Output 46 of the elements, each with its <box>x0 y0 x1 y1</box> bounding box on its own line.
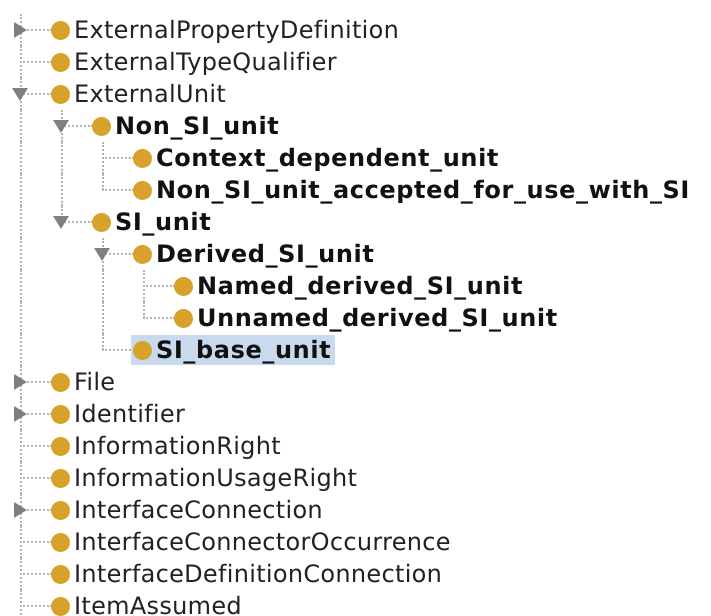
class-dot-icon <box>51 564 70 584</box>
tree-item[interactable]: ExternalUnit <box>49 79 230 109</box>
collapse-icon[interactable] <box>52 117 70 135</box>
tree-item[interactable]: Derived_SI_unit <box>131 239 378 269</box>
expand-icon[interactable] <box>11 21 29 39</box>
class-dot-icon <box>133 148 152 168</box>
tree-item[interactable]: ExternalPropertyDefinition <box>49 15 404 45</box>
tree-item[interactable]: InformationRight <box>49 431 285 461</box>
tree-item[interactable]: Non_SI_unit <box>90 111 284 141</box>
class-dot-icon <box>51 52 70 72</box>
class-dot-icon <box>133 244 152 264</box>
expand-icon[interactable] <box>11 501 29 519</box>
class-dot-icon <box>92 212 111 232</box>
tree-item[interactable]: InterfaceConnection <box>49 495 327 525</box>
tree-item[interactable]: InterfaceDefinitionConnection <box>49 559 446 589</box>
tree-item[interactable]: SI_unit <box>90 207 216 237</box>
class-dot-icon <box>133 180 152 200</box>
collapse-icon[interactable] <box>52 213 70 231</box>
tree-item[interactable]: InterfaceConnectorOccurrence <box>49 527 455 557</box>
class-dot-icon <box>51 436 70 456</box>
class-dot-icon <box>51 84 70 104</box>
class-dot-icon <box>133 340 152 360</box>
expand-icon[interactable] <box>11 373 29 391</box>
collapse-icon[interactable] <box>11 85 29 103</box>
tree-item[interactable]: Named_derived_SI_unit <box>172 271 528 301</box>
tree-item[interactable]: SI_base_unit <box>131 335 336 365</box>
tree-item[interactable]: File <box>49 367 120 397</box>
class-dot-icon <box>51 20 70 40</box>
class-dot-icon <box>174 308 193 328</box>
class-dot-icon <box>51 468 70 488</box>
class-dot-icon <box>51 372 70 392</box>
class-dot-icon <box>51 532 70 552</box>
class-dot-icon <box>51 500 70 520</box>
collapse-icon[interactable] <box>93 245 111 263</box>
class-dot-icon <box>51 596 70 616</box>
class-dot-icon <box>92 116 111 136</box>
tree-item[interactable]: Identifier <box>49 399 190 429</box>
tree-item[interactable]: Unnamed_derived_SI_unit <box>172 303 562 333</box>
tree-item[interactable]: Non_SI_unit_accepted_for_use_with_SI <box>131 175 694 205</box>
tree-item[interactable]: Context_dependent_unit <box>131 143 503 173</box>
class-dot-icon <box>51 404 70 424</box>
tree-item[interactable]: ItemAssumed <box>49 591 246 616</box>
expand-icon[interactable] <box>11 405 29 423</box>
tree-item[interactable]: InformationUsageRight <box>49 463 362 493</box>
tree-item[interactable]: ExternalTypeQualifier <box>49 47 341 77</box>
class-dot-icon <box>174 276 193 296</box>
